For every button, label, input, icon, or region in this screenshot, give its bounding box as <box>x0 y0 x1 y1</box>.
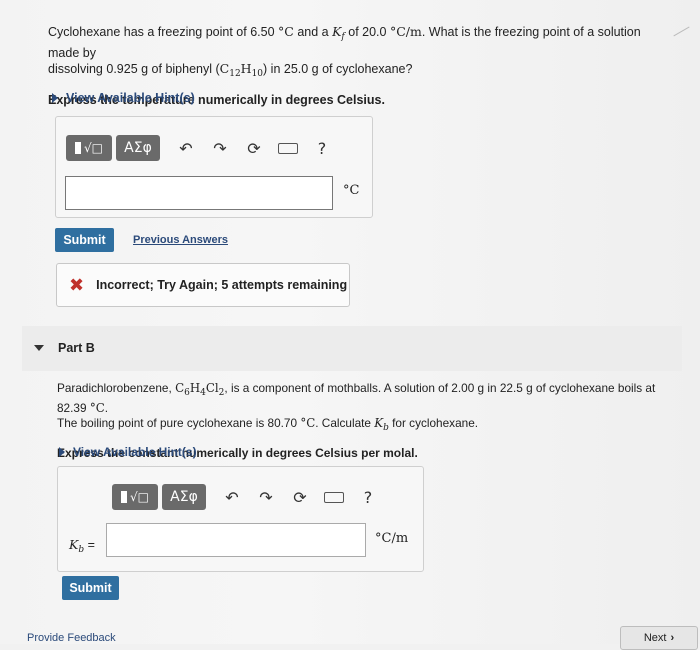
part-b-header[interactable]: Part B <box>22 326 682 371</box>
kb-variable-label: Kb = <box>69 537 95 555</box>
help-icon[interactable]: ? <box>356 485 380 509</box>
part-a-hint-toggle[interactable]: View Available Hint(s) <box>52 91 195 105</box>
next-button[interactable]: Next › <box>620 626 698 650</box>
part-b-answer-panel: √□ ΑΣφ ↶ ↷ ⟳ ? Kb = °C/m <box>57 466 424 572</box>
part-a-unit: °C <box>343 183 360 198</box>
redo-icon[interactable]: ↷ <box>254 485 278 509</box>
provide-feedback-link[interactable]: Provide Feedback <box>27 632 116 644</box>
template-box-icon <box>121 491 127 503</box>
help-icon[interactable]: ? <box>310 136 334 160</box>
undo-icon[interactable]: ↶ <box>220 485 244 509</box>
page-corner-mark <box>673 26 697 49</box>
greek-symbols-button[interactable]: ΑΣφ <box>162 484 206 510</box>
triangle-right-icon <box>52 93 58 103</box>
part-a-answer-input[interactable] <box>65 176 333 210</box>
chevron-right-icon: › <box>670 632 675 644</box>
triangle-down-icon <box>34 345 44 351</box>
reset-icon[interactable]: ⟳ <box>242 136 266 160</box>
keyboard-icon[interactable] <box>276 136 300 160</box>
keyboard-icon[interactable] <box>322 485 346 509</box>
part-b-hint-toggle[interactable]: View Available Hint(s) <box>59 445 197 459</box>
templates-button[interactable]: √□ <box>112 484 158 510</box>
template-box-icon <box>75 142 81 154</box>
previous-answers-link[interactable]: Previous Answers <box>133 234 228 246</box>
part-b-answer-input[interactable] <box>106 523 366 557</box>
reset-icon[interactable]: ⟳ <box>288 485 312 509</box>
undo-icon[interactable]: ↶ <box>174 136 198 160</box>
part-a-toolbar: √□ ΑΣφ ↶ ↷ ⟳ ? <box>66 135 334 161</box>
part-b-unit: °C/m <box>375 531 409 546</box>
part-a-submit-button[interactable]: Submit <box>55 228 114 252</box>
part-b-submit-button[interactable]: Submit <box>62 576 119 600</box>
part-a-feedback: ✖ Incorrect; Try Again; 5 attempts remain… <box>56 263 350 307</box>
incorrect-x-icon: ✖ <box>69 274 85 296</box>
part-a-answer-panel: √□ ΑΣφ ↶ ↷ ⟳ ? °C <box>55 116 373 218</box>
templates-button[interactable]: √□ <box>66 135 112 161</box>
redo-icon[interactable]: ↷ <box>208 136 232 160</box>
triangle-right-icon <box>59 447 65 457</box>
page: Cyclohexane has a freezing point of 6.50… <box>0 0 700 650</box>
greek-symbols-button[interactable]: ΑΣφ <box>116 135 160 161</box>
part-b-toolbar: √□ ΑΣφ ↶ ↷ ⟳ ? <box>112 484 380 510</box>
